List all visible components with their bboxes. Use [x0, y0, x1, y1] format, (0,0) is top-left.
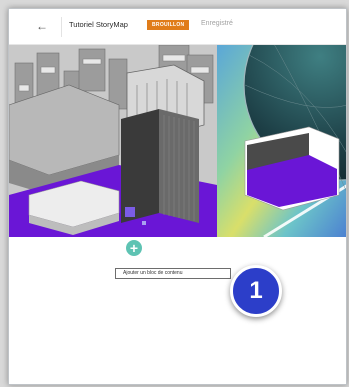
- header-divider: [61, 17, 62, 37]
- add-content-block-button[interactable]: +: [126, 240, 142, 256]
- arrow-left-icon[interactable]: ←: [35, 19, 49, 33]
- step-callout-badge: 1: [230, 265, 282, 317]
- storymap-builder-window: ← Tutoriel StoryMap BROUILLON Enregistré: [8, 8, 347, 385]
- cover-image[interactable]: [9, 45, 346, 237]
- add-block-tooltip: Ajouter un bloc de contenu: [115, 268, 231, 279]
- plus-icon: +: [129, 240, 139, 256]
- story-title[interactable]: Tutoriel StoryMap: [69, 20, 128, 29]
- status-badge: BROUILLON: [147, 20, 190, 30]
- builder-header: ← Tutoriel StoryMap BROUILLON Enregistré: [9, 9, 346, 45]
- save-status: Enregistré: [201, 20, 233, 27]
